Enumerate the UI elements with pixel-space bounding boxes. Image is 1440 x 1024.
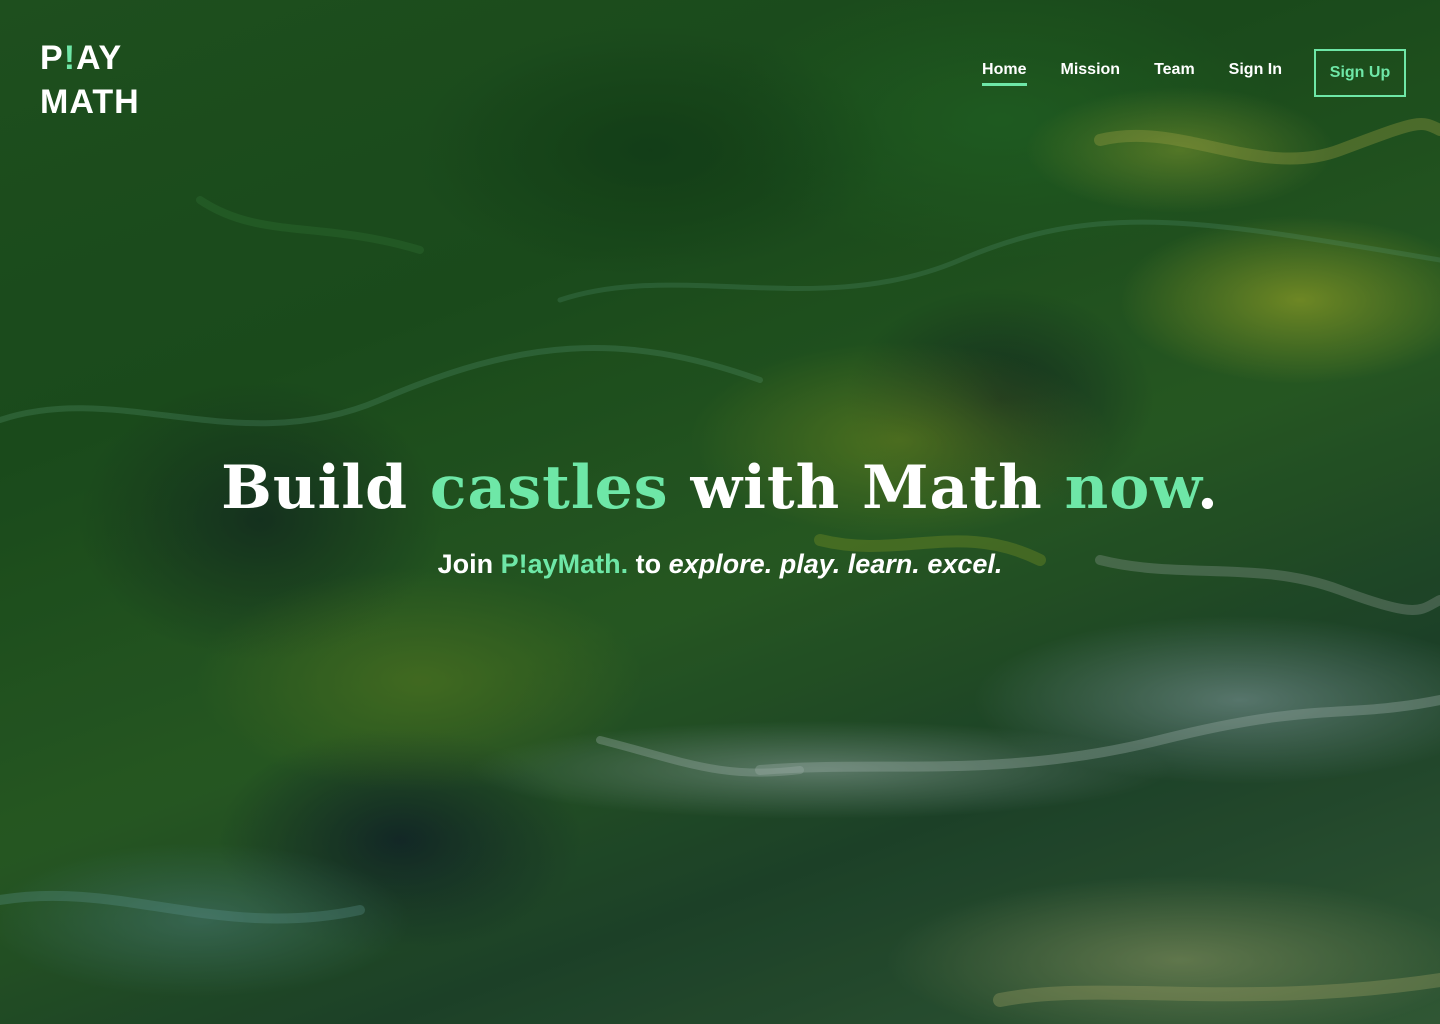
logo-letter-p: P bbox=[40, 39, 64, 77]
subline-to: to bbox=[635, 549, 662, 579]
subline-verb-play: play. bbox=[779, 549, 841, 579]
subline-join: Join bbox=[437, 549, 494, 579]
playmath-logo[interactable]: P!AY MATH bbox=[40, 36, 140, 124]
headline-period: . bbox=[1196, 453, 1219, 523]
nav-team[interactable]: Team bbox=[1154, 61, 1195, 86]
nav-sign-in[interactable]: Sign In bbox=[1229, 61, 1282, 86]
headline-word-castles: castles bbox=[429, 453, 669, 523]
headline-word-now: now bbox=[1064, 453, 1197, 523]
headline-words-with-math: with Math bbox=[690, 453, 1043, 523]
top-navigation: Home Mission Team Sign In Sign Up bbox=[982, 49, 1406, 97]
hero-subline: Join P!ayMath. to explore. play. learn. … bbox=[0, 546, 1440, 582]
logo-exclamation: ! bbox=[63, 39, 77, 77]
hero-headline: Build castles with Math now. bbox=[0, 448, 1440, 528]
nav-mission[interactable]: Mission bbox=[1061, 61, 1121, 86]
subline-verb-learn: learn. bbox=[847, 549, 920, 579]
hero-section: Build castles with Math now. Join P!ayMa… bbox=[0, 448, 1440, 582]
subline-verb-explore: explore. bbox=[668, 549, 773, 579]
nav-home[interactable]: Home bbox=[982, 61, 1027, 86]
logo-line-2: MATH bbox=[40, 83, 140, 121]
landing-page: P!AY MATH Home Mission Team Sign In Sign… bbox=[0, 0, 1440, 1024]
subline-verb-excel: excel. bbox=[927, 549, 1003, 579]
logo-line-1: P!AY bbox=[40, 36, 140, 80]
subline-brand: P!ayMath. bbox=[500, 549, 629, 579]
headline-word-build: Build bbox=[221, 453, 409, 523]
sign-up-button[interactable]: Sign Up bbox=[1314, 49, 1406, 97]
logo-letters-ay: AY bbox=[76, 39, 123, 77]
